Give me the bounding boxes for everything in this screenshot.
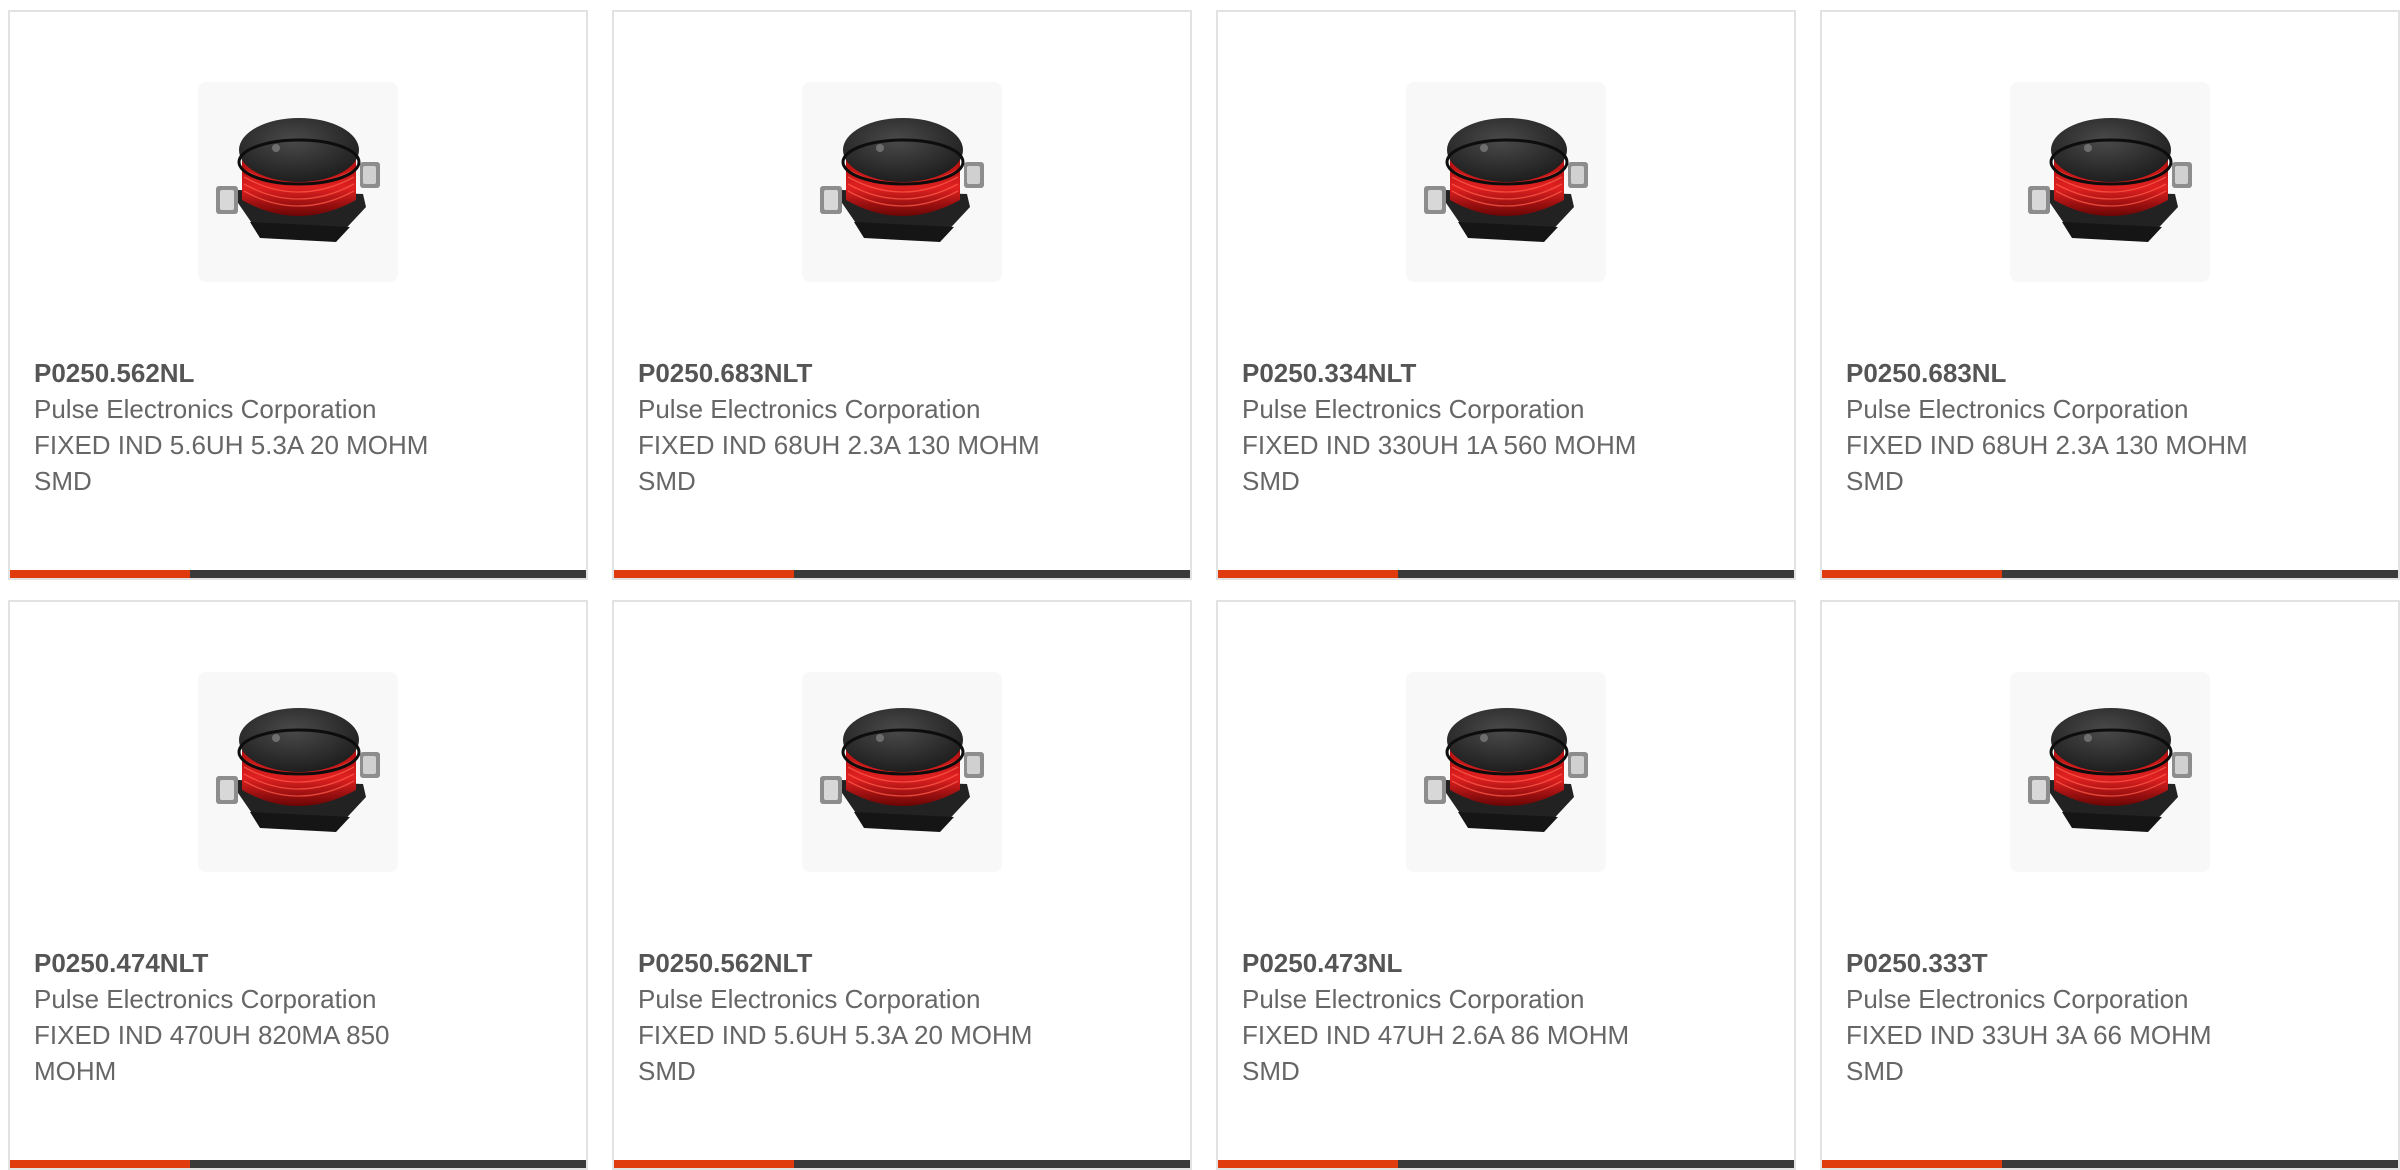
manufacturer: Pulse Electronics Corporation (1242, 394, 1585, 424)
product-grid: P0250.562NL Pulse Electronics Corporatio… (8, 10, 2400, 1170)
part-number[interactable]: P0250.473NL (1242, 945, 1672, 981)
product-card[interactable]: P0250.474NLT Pulse Electronics Corporati… (8, 600, 588, 1170)
inductor-icon (1424, 708, 1588, 832)
manufacturer: Pulse Electronics Corporation (1846, 394, 2189, 424)
product-image[interactable] (1406, 82, 1606, 282)
inductor-icon (2028, 708, 2192, 832)
product-card[interactable]: P0250.334NLT Pulse Electronics Corporati… (1216, 10, 1796, 580)
part-number[interactable]: P0250.562NLT (638, 945, 1068, 981)
manufacturer: Pulse Electronics Corporation (34, 984, 377, 1014)
part-number[interactable]: P0250.333T (1846, 945, 2276, 981)
inductor-icon (820, 118, 984, 242)
inductor-icon (1424, 118, 1588, 242)
part-number[interactable]: P0250.474NLT (34, 945, 464, 981)
card-accent-bar (614, 570, 1190, 578)
manufacturer: Pulse Electronics Corporation (1846, 984, 2189, 1014)
description: FIXED IND 470UH 820MA 850 MOHM (34, 1020, 390, 1086)
product-image[interactable] (802, 672, 1002, 872)
description: FIXED IND 5.6UH 5.3A 20 MOHM SMD (34, 430, 429, 496)
product-info: P0250.683NLT Pulse Electronics Corporati… (638, 355, 1068, 499)
description: FIXED IND 33UH 3A 66 MOHM SMD (1846, 1020, 2212, 1086)
product-image[interactable] (2010, 672, 2210, 872)
accent-bar-fill (614, 570, 794, 578)
card-accent-bar (1822, 570, 2398, 578)
accent-bar-fill (1218, 570, 1398, 578)
product-image[interactable] (198, 82, 398, 282)
description: FIXED IND 68UH 2.3A 130 MOHM SMD (1846, 430, 2248, 496)
part-number[interactable]: P0250.683NLT (638, 355, 1068, 391)
part-number[interactable]: P0250.334NLT (1242, 355, 1672, 391)
product-image[interactable] (2010, 82, 2210, 282)
inductor-icon (2028, 118, 2192, 242)
product-info: P0250.334NLT Pulse Electronics Corporati… (1242, 355, 1672, 499)
product-card[interactable]: P0250.473NL Pulse Electronics Corporatio… (1216, 600, 1796, 1170)
description: FIXED IND 68UH 2.3A 130 MOHM SMD (638, 430, 1040, 496)
part-number[interactable]: P0250.683NL (1846, 355, 2276, 391)
product-image[interactable] (1406, 672, 1606, 872)
card-accent-bar (1218, 570, 1794, 578)
card-accent-bar (10, 570, 586, 578)
accent-bar-fill (1822, 570, 2002, 578)
product-card[interactable]: P0250.683NL Pulse Electronics Corporatio… (1820, 10, 2400, 580)
product-card[interactable]: P0250.333T Pulse Electronics Corporation… (1820, 600, 2400, 1170)
inductor-icon (216, 708, 380, 832)
manufacturer: Pulse Electronics Corporation (1242, 984, 1585, 1014)
product-info: P0250.333T Pulse Electronics Corporation… (1846, 945, 2276, 1089)
inductor-icon (216, 118, 380, 242)
manufacturer: Pulse Electronics Corporation (34, 394, 377, 424)
part-number[interactable]: P0250.562NL (34, 355, 464, 391)
product-info: P0250.562NLT Pulse Electronics Corporati… (638, 945, 1068, 1089)
description: FIXED IND 47UH 2.6A 86 MOHM SMD (1242, 1020, 1630, 1086)
description: FIXED IND 5.6UH 5.3A 20 MOHM SMD (638, 1020, 1033, 1086)
product-card[interactable]: P0250.562NLT Pulse Electronics Corporati… (612, 600, 1192, 1170)
product-card[interactable]: P0250.562NL Pulse Electronics Corporatio… (8, 10, 588, 580)
product-info: P0250.474NLT Pulse Electronics Corporati… (34, 945, 464, 1089)
inductor-icon (820, 708, 984, 832)
manufacturer: Pulse Electronics Corporation (638, 984, 981, 1014)
product-image[interactable] (198, 672, 398, 872)
product-image[interactable] (802, 82, 1002, 282)
product-card[interactable]: P0250.683NLT Pulse Electronics Corporati… (612, 10, 1192, 580)
manufacturer: Pulse Electronics Corporation (638, 394, 981, 424)
accent-bar-fill (10, 570, 190, 578)
product-info: P0250.562NL Pulse Electronics Corporatio… (34, 355, 464, 499)
product-info: P0250.683NL Pulse Electronics Corporatio… (1846, 355, 2276, 499)
description: FIXED IND 330UH 1A 560 MOHM SMD (1242, 430, 1637, 496)
product-info: P0250.473NL Pulse Electronics Corporatio… (1242, 945, 1672, 1089)
